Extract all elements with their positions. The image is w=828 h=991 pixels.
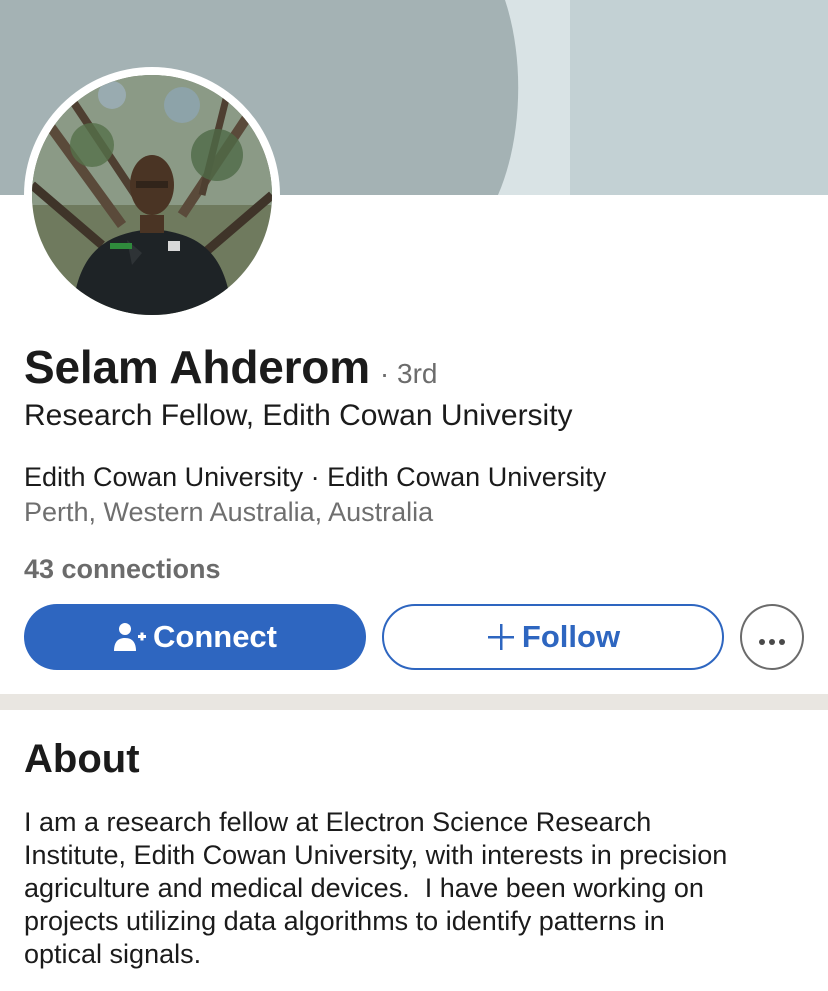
profile-company[interactable]: Edith Cowan University · Edith Cowan Uni… — [24, 462, 606, 493]
more-horizontal-icon — [758, 621, 786, 653]
more-button[interactable] — [740, 604, 804, 670]
connect-button[interactable]: Connect — [24, 604, 366, 670]
about-text: I am a research fellow at Electron Scien… — [24, 807, 728, 969]
section-divider — [0, 694, 828, 710]
profile-name: Selam Ahderom — [24, 341, 370, 393]
connection-degree: · 3rd — [379, 358, 438, 389]
connect-label: Connect — [153, 619, 277, 654]
profile-photo[interactable] — [24, 67, 280, 323]
profile-headline: Research Fellow, Edith Cowan University — [24, 399, 573, 432]
connections-count[interactable]: 43 connections — [24, 554, 221, 585]
plus-icon — [486, 622, 516, 652]
add-person-icon — [113, 622, 147, 652]
follow-button[interactable]: Follow — [382, 604, 724, 670]
about-heading: About — [24, 737, 140, 781]
follow-label: Follow — [521, 619, 621, 654]
profile-name-row: Selam Ahderom · 3rd — [24, 340, 437, 394]
profile-location: Perth, Western Australia, Australia — [24, 497, 434, 527]
